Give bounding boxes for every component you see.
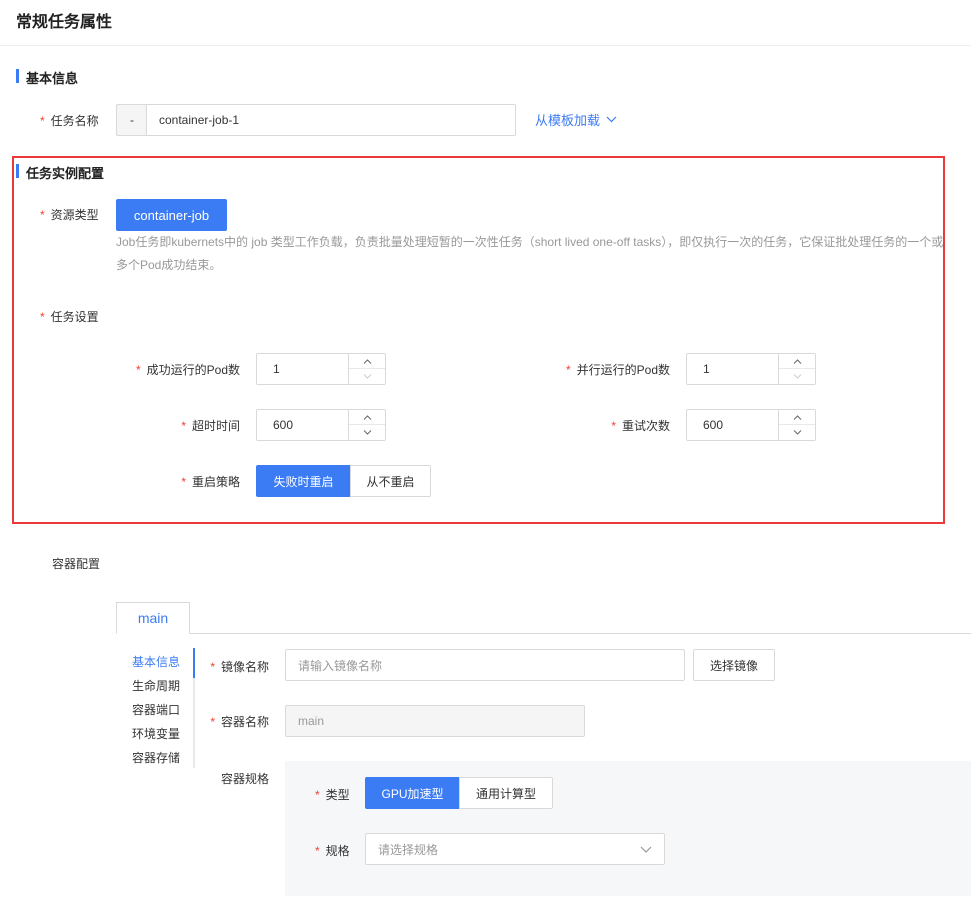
spec-type-label-text: 类型 bbox=[325, 788, 350, 802]
task-name-prefix: - bbox=[116, 104, 147, 136]
chevron-up-icon[interactable] bbox=[349, 354, 385, 369]
page-title: 常规任务属性 bbox=[16, 14, 113, 31]
chevron-up-icon[interactable] bbox=[779, 354, 815, 369]
side-nav-container-ports[interactable]: 容器端口 bbox=[132, 701, 180, 718]
tab-bar-line bbox=[116, 633, 971, 634]
retry-label: * 重试次数 bbox=[611, 417, 670, 434]
chevron-up-icon[interactable] bbox=[349, 410, 385, 425]
required-mark: * bbox=[135, 363, 141, 377]
spec-flavor-label: * 规格 bbox=[315, 842, 350, 859]
type-gpu-button[interactable]: GPU加速型 bbox=[365, 777, 460, 809]
resource-type-button[interactable]: container-job bbox=[116, 199, 227, 231]
retry-label-text: 重试次数 bbox=[621, 419, 670, 433]
restart-policy-label-text: 重启策略 bbox=[191, 475, 240, 489]
parallel-pods-stepper[interactable]: 1 bbox=[686, 353, 816, 385]
required-mark: * bbox=[40, 310, 45, 324]
required-mark: * bbox=[40, 114, 45, 128]
chevron-down-icon[interactable] bbox=[779, 369, 815, 384]
chevron-down-icon[interactable] bbox=[779, 425, 815, 440]
timeout-label-text: 超时时间 bbox=[191, 419, 240, 433]
chevron-down-icon bbox=[640, 846, 652, 853]
image-name-input[interactable]: 请输入镜像名称 bbox=[285, 649, 685, 681]
timeout-label: * 超时时间 bbox=[181, 417, 240, 434]
side-nav-basic-info[interactable]: 基本信息 bbox=[132, 653, 180, 670]
required-mark: * bbox=[315, 788, 320, 802]
success-pods-label: * 成功运行的Pod数 bbox=[136, 361, 240, 378]
retry-value: 600 bbox=[703, 418, 724, 432]
resource-description-line1: Job任务即kubernets中的 job 类型工作负载，负责批量处理短暂的一次… bbox=[116, 235, 944, 249]
stepper-arrows bbox=[778, 410, 815, 440]
required-mark: * bbox=[210, 660, 215, 674]
side-nav-active-indicator bbox=[193, 648, 195, 678]
container-config-label: 容器配置 bbox=[52, 557, 101, 571]
required-mark: * bbox=[565, 363, 571, 377]
restart-policy-label: * 重启策略 bbox=[181, 473, 240, 490]
side-nav-lifecycle[interactable]: 生命周期 bbox=[132, 677, 180, 694]
image-name-label-text: 镜像名称 bbox=[220, 660, 269, 674]
chevron-down-icon[interactable] bbox=[349, 425, 385, 440]
task-name-label-text: 任务名称 bbox=[50, 114, 99, 128]
chevron-down-icon[interactable] bbox=[349, 369, 385, 384]
image-name-placeholder: 请输入镜像名称 bbox=[298, 658, 383, 673]
task-name-input[interactable]: container-job-1 bbox=[146, 104, 516, 136]
retry-stepper[interactable]: 600 bbox=[686, 409, 816, 441]
success-pods-label-text: 成功运行的Pod数 bbox=[146, 363, 240, 377]
timeout-value: 600 bbox=[273, 418, 294, 432]
required-mark: * bbox=[210, 715, 215, 729]
task-name-value: container-job-1 bbox=[159, 113, 240, 127]
restart-on-failure-button[interactable]: 失败时重启 bbox=[256, 465, 351, 497]
task-name-label: * 任务名称 bbox=[40, 112, 99, 129]
container-name-label-text: 容器名称 bbox=[220, 715, 269, 729]
header-divider bbox=[0, 45, 971, 46]
image-name-label: * 镜像名称 bbox=[210, 658, 269, 675]
resource-type-label-text: 资源类型 bbox=[50, 208, 99, 222]
required-mark: * bbox=[315, 844, 320, 858]
restart-never-button[interactable]: 从不重启 bbox=[350, 465, 431, 497]
timeout-stepper[interactable]: 600 bbox=[256, 409, 386, 441]
task-settings-label: * 任务设置 bbox=[40, 308, 99, 325]
chevron-up-icon[interactable] bbox=[779, 410, 815, 425]
section-title-basic: 基本信息 bbox=[16, 68, 78, 87]
required-mark: * bbox=[181, 419, 186, 433]
required-mark: * bbox=[181, 475, 186, 489]
type-general-button[interactable]: 通用计算型 bbox=[459, 777, 553, 809]
flavor-placeholder: 请选择规格 bbox=[378, 842, 439, 857]
required-mark: * bbox=[40, 208, 45, 222]
spec-type-label: * 类型 bbox=[315, 786, 350, 803]
task-settings-label-text: 任务设置 bbox=[50, 310, 99, 324]
stepper-arrows bbox=[348, 410, 385, 440]
success-pods-value: 1 bbox=[273, 362, 280, 376]
parallel-pods-label-text: 并行运行的Pod数 bbox=[576, 363, 670, 377]
side-nav-env-vars[interactable]: 环境变量 bbox=[132, 725, 180, 742]
stepper-arrows bbox=[348, 354, 385, 384]
resource-type-label: * 资源类型 bbox=[40, 206, 99, 223]
select-image-button[interactable]: 选择镜像 bbox=[693, 649, 775, 681]
container-name-input[interactable]: main bbox=[285, 705, 585, 737]
chevron-down-icon bbox=[606, 116, 617, 123]
spec-flavor-label-text: 规格 bbox=[325, 844, 350, 858]
flavor-select[interactable]: 请选择规格 bbox=[365, 833, 665, 865]
parallel-pods-label: * 并行运行的Pod数 bbox=[566, 361, 670, 378]
template-link-text: 从模板加载 bbox=[535, 113, 601, 128]
container-spec-label: 容器规格 bbox=[220, 772, 269, 786]
stepper-arrows bbox=[778, 354, 815, 384]
tab-main[interactable]: main bbox=[116, 602, 190, 634]
parallel-pods-value: 1 bbox=[703, 362, 710, 376]
required-mark: * bbox=[611, 419, 616, 433]
side-nav-container-storage[interactable]: 容器存储 bbox=[132, 749, 180, 766]
resource-description-line2: 多个Pod成功结束。 bbox=[116, 258, 222, 272]
load-from-template-link[interactable]: 从模板加载 bbox=[535, 110, 617, 129]
container-name-value: main bbox=[298, 714, 325, 728]
section-title-instance: 任务实例配置 bbox=[16, 163, 104, 182]
success-pods-stepper[interactable]: 1 bbox=[256, 353, 386, 385]
container-name-label: * 容器名称 bbox=[210, 713, 269, 730]
